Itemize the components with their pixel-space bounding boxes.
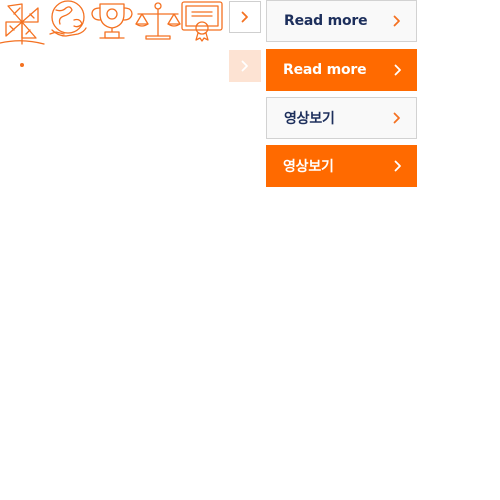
chevron-right-icon [394, 160, 401, 172]
canvas: Read more Read more 영상보기 영상보기 [0, 0, 500, 500]
watch-video-button[interactable]: 영상보기 [266, 97, 417, 139]
button-label: 영상보기 [284, 111, 335, 127]
chevron-right-icon [241, 60, 248, 72]
globe-hand-icon [49, 0, 87, 37]
pinwheel-icon [0, 3, 45, 45]
chevron-right-icon [394, 64, 401, 76]
button-label: Read more [284, 13, 368, 29]
scales-icon [135, 2, 181, 40]
trophy-icon [91, 3, 133, 39]
button-label: 영상보기 [283, 159, 334, 175]
icon-strip [0, 0, 230, 46]
chevron-right-icon [393, 15, 400, 27]
chevron-right-icon [393, 112, 400, 124]
next-arrow-button[interactable] [229, 1, 261, 33]
watch-video-button-active[interactable]: 영상보기 [266, 145, 417, 187]
read-more-button-active[interactable]: Read more [266, 49, 417, 91]
read-more-button[interactable]: Read more [266, 0, 417, 42]
button-label: Read more [283, 62, 367, 78]
certificate-icon [181, 1, 223, 42]
decorative-dot [20, 63, 24, 67]
chevron-right-icon [241, 11, 248, 23]
next-arrow-button-disabled[interactable] [229, 50, 261, 82]
